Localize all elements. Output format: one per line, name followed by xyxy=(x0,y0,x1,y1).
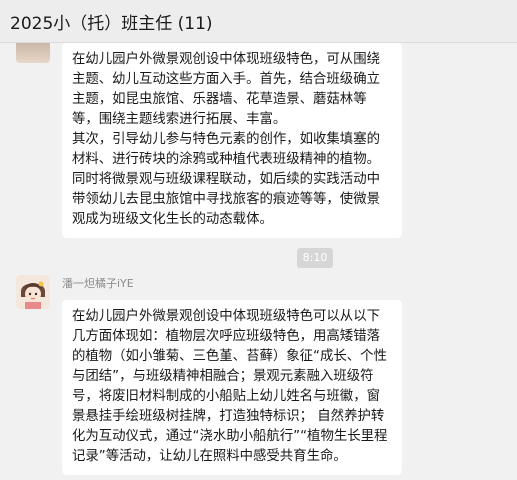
message-bubble[interactable]: 在幼儿园户外微景观创设中体现班级特色，可从围绕主题、幼儿互动这些方面入手。首先，… xyxy=(62,43,402,238)
message-paragraph: 其次，引导幼儿参与特色元素的创作，如收集填塞的材料、进行砖块的涂鸦或种植代表班级… xyxy=(72,132,380,227)
sender-name: 潘一炟橘子iYE xyxy=(62,277,134,290)
message-paragraph: 在幼儿园户外微景观创设中体现班级特色，可从围绕主题、幼儿互动这些方面入手。首先，… xyxy=(72,52,380,127)
chat-title: 2025小（托）班主任 (11) xyxy=(10,14,213,34)
message-list[interactable]: 在幼儿园户外微景观创设中体现班级特色，可从围绕主题、幼儿互动这些方面入手。首先，… xyxy=(0,43,517,480)
message-timestamp: 8:10 xyxy=(297,248,333,268)
avatar-picture-icon xyxy=(16,275,50,309)
sender-avatar[interactable] xyxy=(16,275,50,309)
sender-avatar[interactable] xyxy=(16,43,50,63)
message-text: 在幼儿园户外微景观创设中体现班级特色可以从以下几方面体现如：植物层次呼应班级特色… xyxy=(72,309,388,464)
chat-header: 2025小（托）班主任 (11) xyxy=(0,0,517,43)
message-bubble[interactable]: 在幼儿园户外微景观创设中体现班级特色可以从以下几方面体现如：植物层次呼应班级特色… xyxy=(62,300,402,475)
